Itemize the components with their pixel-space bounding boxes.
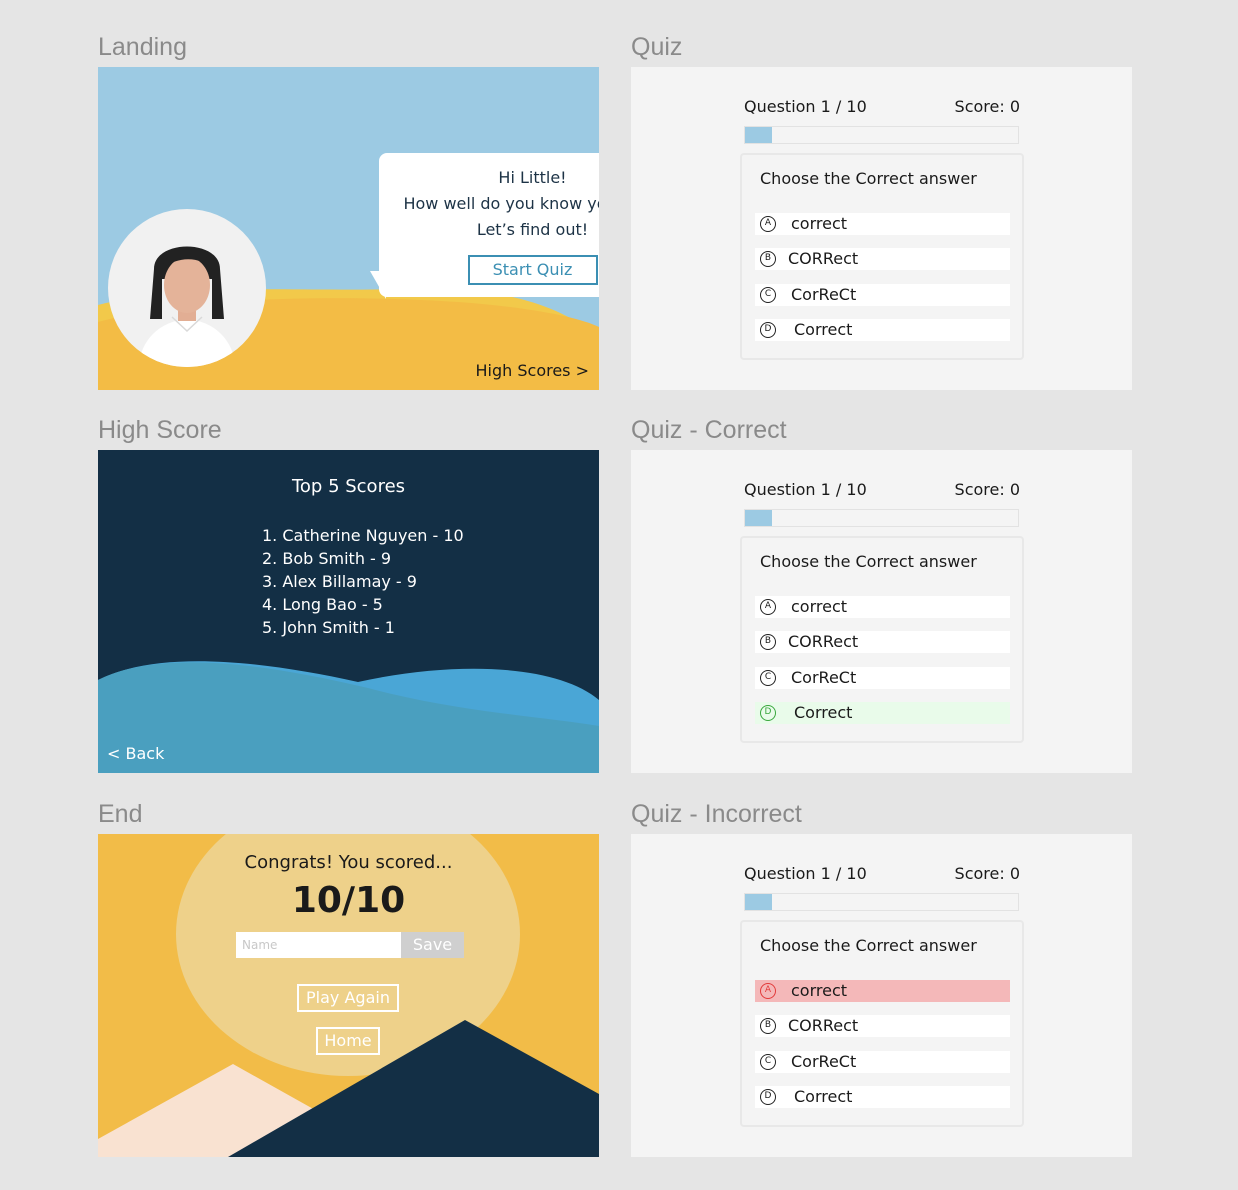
frame-label-end: End [98,800,143,828]
progress-fill [745,510,773,526]
person-avatar-icon [138,246,236,367]
list-item: 2. Bob Smith - 9 [262,549,392,568]
answer-option-d[interactable]: D Correct [755,319,1010,341]
score-display: Score: 0 [954,97,1020,116]
answer-option-d-correct[interactable]: D Correct [755,702,1010,724]
answer-option-a[interactable]: Acorrect [755,213,1010,235]
letter-c-icon: C [760,287,776,303]
play-again-button[interactable]: Play Again [297,984,399,1012]
quiz-header: Question 1 / 10 Score: 0 [744,97,1020,116]
greeting-line-1: Hi Little! [498,168,567,187]
progress-fill [745,894,773,910]
answer-option-a[interactable]: Acorrect [755,596,1010,618]
list-item: 4. Long Bao - 5 [262,595,383,614]
question-card: Choose the Correct answer Acorrect B CORR… [740,153,1024,360]
question-prompt: Choose the Correct answer [760,169,977,188]
list-item: 1. Catherine Nguyen - 10 [262,526,464,545]
letter-c-icon: C [760,1054,776,1070]
answer-option-c[interactable]: C CorReCt [755,1051,1010,1073]
question-counter: Question 1 / 10 [744,480,867,499]
quiz-incorrect-frame: Question 1 / 10 Score: 0 Choose the Corr… [631,834,1132,1157]
letter-b-icon: B [760,1018,776,1034]
answer-option-b[interactable]: B CORRect [755,631,1010,653]
score-display: Score: 0 [954,864,1020,883]
letter-d-icon: D [760,322,776,338]
quiz-header: Question 1 / 10 Score: 0 [744,864,1020,883]
letter-a-icon: A [760,599,776,615]
answer-option-c[interactable]: C CorReCt [755,284,1010,306]
answer-text: CorReCt [791,668,857,687]
answer-text: CorReCt [791,285,857,304]
frame-label-quiz-correct: Quiz - Correct [631,416,787,444]
progress-bar [744,509,1019,527]
letter-b-icon: B [760,251,776,267]
name-input[interactable] [236,932,401,958]
answer-text: Correct [794,1087,853,1106]
quiz-frame: Question 1 / 10 Score: 0 Choose the Corr… [631,67,1132,390]
letter-d-icon: D [760,1089,776,1105]
answer-option-b[interactable]: B CORRect [755,248,1010,270]
congrats-message: Congrats! You scored... [244,852,453,873]
end-frame: Congrats! You scored... 10/10 Save Play … [98,834,599,1157]
high-score-frame: Top 5 Scores 1. Catherine Nguyen - 10 2.… [98,450,599,773]
greeting-line-3: Let’s find out! [476,220,589,239]
list-item: 3. Alex Billamay - 9 [262,572,417,591]
letter-d-icon: D [760,705,776,721]
answer-text: CORRect [788,632,859,651]
answer-text: correct [791,981,848,1000]
answer-option-d[interactable]: D Correct [755,1086,1010,1108]
speech-bubble: Hi Little! How well do you know your big… [379,153,599,297]
answer-text: CORRect [788,249,859,268]
quiz-correct-frame: Question 1 / 10 Score: 0 Choose the Corr… [631,450,1132,773]
frame-label-landing: Landing [98,33,187,61]
answer-text: correct [791,214,848,233]
frame-label-high-score: High Score [98,416,222,444]
high-score-title: Top 5 Scores [291,476,406,497]
answer-text: CorReCt [791,1052,857,1071]
answer-text: Correct [794,703,853,722]
question-card: Choose the Correct answer Acorrect B CORR… [740,536,1024,743]
progress-bar [744,126,1019,144]
score-display: Score: 0 [954,480,1020,499]
progress-bar [744,893,1019,911]
question-card: Choose the Correct answer Acorrect B CORR… [740,920,1024,1127]
list-item: 5. John Smith - 1 [262,618,395,637]
letter-a-icon: A [760,216,776,232]
high-score-list: 1. Catherine Nguyen - 10 2. Bob Smith - … [262,524,464,639]
frame-label-quiz-incorrect: Quiz - Incorrect [631,800,802,828]
quiz-header: Question 1 / 10 Score: 0 [744,480,1020,499]
avatar [108,209,266,367]
question-prompt: Choose the Correct answer [760,552,977,571]
letter-c-icon: C [760,670,776,686]
progress-fill [745,127,773,143]
question-counter: Question 1 / 10 [744,97,867,116]
final-score: 10/10 [291,880,406,921]
back-link[interactable]: < Back [107,744,164,763]
question-prompt: Choose the Correct answer [760,936,977,955]
home-button[interactable]: Home [316,1027,380,1055]
answer-text: CORRect [788,1016,859,1035]
question-counter: Question 1 / 10 [744,864,867,883]
answer-option-c[interactable]: C CorReCt [755,667,1010,689]
landing-frame: Hi Little! How well do you know your big… [98,67,599,390]
answer-option-a-incorrect[interactable]: Acorrect [755,980,1010,1002]
frame-label-quiz: Quiz [631,33,683,61]
letter-a-icon: A [760,983,776,999]
greeting-line-2: How well do you know your big? [403,194,599,213]
letter-b-icon: B [760,634,776,650]
answer-text: Correct [794,320,853,339]
save-button[interactable]: Save [401,932,464,958]
start-quiz-button[interactable]: Start Quiz [467,255,598,285]
answer-text: correct [791,597,848,616]
answer-option-b[interactable]: B CORRect [755,1015,1010,1037]
high-scores-link[interactable]: High Scores > [476,361,590,380]
